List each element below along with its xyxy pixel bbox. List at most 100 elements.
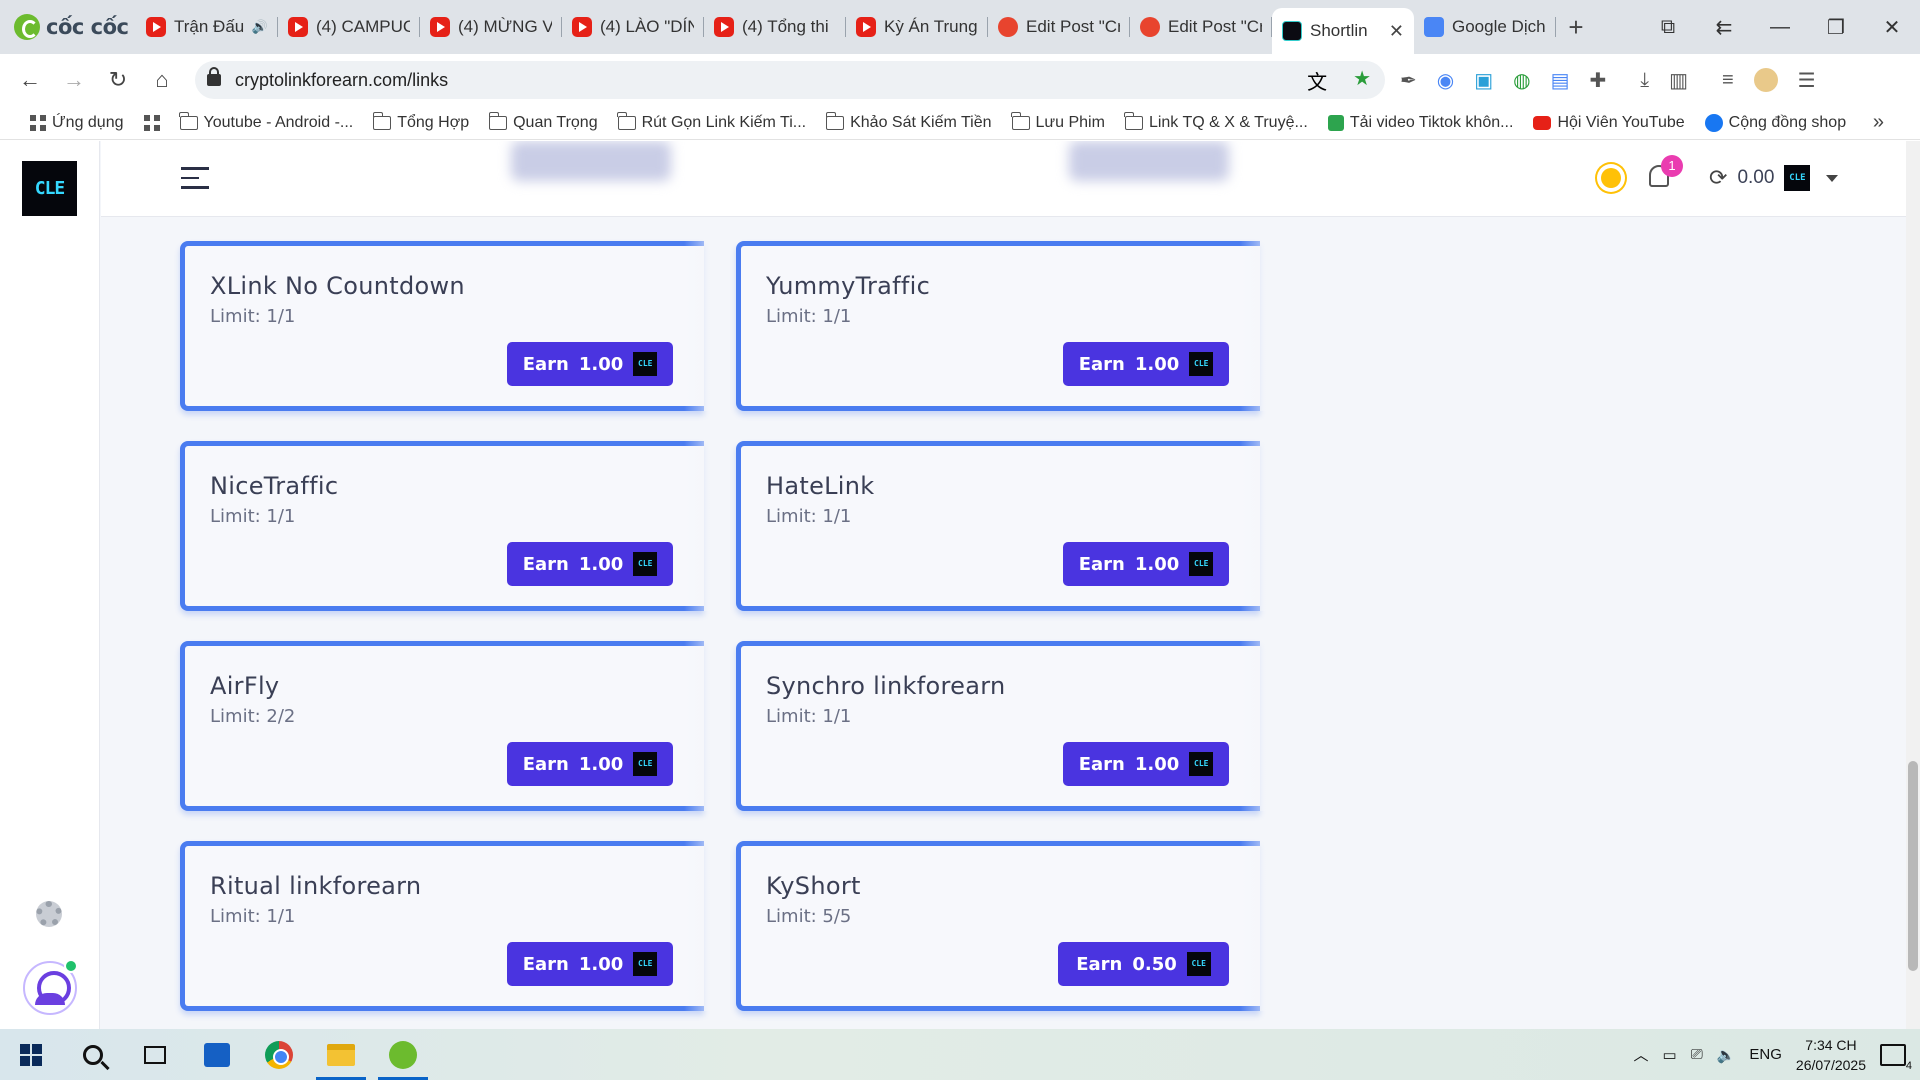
- browser-tab[interactable]: (4) MỪNG V: [420, 7, 562, 47]
- earn-button[interactable]: Earn 1.00 CLE: [507, 942, 673, 986]
- chevron-down-icon[interactable]: [1826, 174, 1839, 182]
- download-icon[interactable]: ⤓: [1640, 69, 1649, 92]
- clock[interactable]: 7:34 CH 26/07/2025: [1796, 1035, 1866, 1075]
- earn-button[interactable]: Earn 1.00 CLE: [1063, 742, 1229, 786]
- bookmark-item[interactable]: Youtube - Android -...: [170, 111, 364, 132]
- extensions-puzzle-icon[interactable]: ✚: [1589, 68, 1606, 93]
- extension-search-icon[interactable]: ◉: [1437, 68, 1454, 93]
- bookmark-label: Khảo Sát Kiếm Tiền: [850, 113, 992, 131]
- tab-label: Edit Post "Cr: [1026, 17, 1120, 36]
- earn-button[interactable]: Earn 1.00 CLE: [507, 542, 673, 586]
- taskbar-search-button[interactable]: [62, 1029, 124, 1080]
- card-title: NiceTraffic: [210, 472, 339, 500]
- browser-tab[interactable]: (4) LÀO "DÍN: [562, 7, 704, 47]
- earn-button[interactable]: Earn 1.00 CLE: [1063, 542, 1229, 586]
- browser-tab[interactable]: Kỳ Án Trung: [846, 7, 988, 47]
- browser-brand[interactable]: cốc cốc: [0, 14, 136, 40]
- page-scrollbar[interactable]: [1906, 141, 1920, 1029]
- network-icon[interactable]: ⎚: [1691, 1046, 1703, 1063]
- reload-icon[interactable]: ↻: [96, 67, 140, 93]
- browser-tab[interactable]: Edit Post "Cr: [1130, 7, 1272, 47]
- back-forward-cache-icon[interactable]: ⇇: [1696, 15, 1752, 40]
- site-logo[interactable]: CLE: [22, 161, 77, 216]
- new-tab-button[interactable]: +: [1556, 12, 1596, 43]
- bookmark-item[interactable]: Tổng Hợp: [363, 111, 479, 132]
- bookmark-item[interactable]: Link TQ & X & Truyệ...: [1115, 111, 1318, 132]
- start-button[interactable]: [0, 1029, 62, 1080]
- hamburger-menu-icon[interactable]: [181, 167, 209, 189]
- tray-overflow-chevron-icon[interactable]: ︿: [1634, 1044, 1649, 1065]
- bookmark-item[interactable]: [134, 114, 170, 131]
- restore-button[interactable]: ❐: [1808, 15, 1864, 40]
- extension-tv-icon[interactable]: ▣: [1474, 68, 1493, 93]
- profile-avatar[interactable]: [1753, 68, 1778, 92]
- extension-feather-icon[interactable]: ✒: [1400, 68, 1417, 93]
- url-input[interactable]: cryptolinkforearn.com/links 文 ★: [195, 61, 1385, 99]
- menu-icon[interactable]: ☰: [1798, 68, 1816, 93]
- chrome-icon: [265, 1040, 293, 1069]
- media-control-icon[interactable]: ≡: [1722, 69, 1734, 92]
- bookmark-item[interactable]: Cộng đồng shop: [1695, 113, 1856, 132]
- earn-button[interactable]: Earn 1.00 CLE: [1063, 342, 1229, 386]
- youtube-icon: [430, 17, 450, 37]
- browser-tab[interactable]: (4) CAMPUC: [278, 7, 420, 47]
- shortlink-card: Ritual linkforearn Limit: 1/1 Earn 1.00 CLE: [180, 841, 724, 1011]
- url-text[interactable]: cryptolinkforearn.com/links: [235, 70, 448, 91]
- bookmark-item[interactable]: Hội Viên YouTube: [1523, 114, 1694, 132]
- browser-tab[interactable]: Shortlin ✕: [1272, 8, 1414, 54]
- earn-button[interactable]: Earn 0.50 CLE: [1058, 942, 1229, 986]
- bookmarks-overflow-icon[interactable]: »: [1873, 111, 1884, 134]
- card-limit: Limit: 1/1: [766, 306, 852, 327]
- folder-icon: [372, 111, 392, 130]
- browser-tab[interactable]: Edit Post "Cr: [988, 7, 1130, 47]
- refresh-icon[interactable]: ⟳: [1709, 165, 1727, 191]
- taskbar-store[interactable]: [186, 1029, 248, 1080]
- battery-icon[interactable]: ▭: [1663, 1046, 1677, 1064]
- side-panel-icon[interactable]: ▥: [1669, 68, 1688, 93]
- balance-display[interactable]: ⟳ 0.00 CLE: [1709, 165, 1839, 191]
- earn-button[interactable]: Earn 1.00 CLE: [507, 342, 673, 386]
- taskbar-file-explorer[interactable]: [310, 1029, 372, 1080]
- bookmark-item[interactable]: Khảo Sát Kiếm Tiền: [816, 111, 1001, 132]
- bookmark-item[interactable]: Ứng dụng: [20, 114, 134, 132]
- theme-toggle-sun-icon[interactable]: [1601, 168, 1621, 188]
- language-indicator[interactable]: ENG: [1749, 1046, 1782, 1063]
- close-window-button[interactable]: ✕: [1864, 15, 1920, 40]
- task-view-button[interactable]: [124, 1029, 186, 1080]
- bookmark-item[interactable]: Quan Trọng: [479, 111, 608, 132]
- tab-audio-icon[interactable]: 🔊: [252, 19, 268, 35]
- translate-icon[interactable]: 文: [1307, 66, 1327, 95]
- minimize-button[interactable]: —: [1752, 16, 1808, 39]
- browser-tab[interactable]: Trận Đấu 🔊: [136, 7, 278, 47]
- youtube-icon: [714, 17, 734, 37]
- volume-icon[interactable]: 🔈: [1717, 1046, 1736, 1064]
- forward-arrow-icon[interactable]: →: [52, 67, 96, 93]
- bookmark-item[interactable]: Lưu Phim: [1002, 111, 1115, 132]
- extension-translate-icon[interactable]: ▤: [1551, 68, 1570, 93]
- card-title: XLink No Countdown: [210, 272, 465, 300]
- back-arrow-icon[interactable]: ←: [8, 67, 52, 93]
- notification-center-icon[interactable]: 4: [1880, 1043, 1912, 1072]
- card-title: KyShort: [766, 872, 861, 900]
- settings-gear-icon[interactable]: [36, 901, 62, 927]
- browser-tab[interactable]: Google Dịch: [1414, 7, 1556, 47]
- lock-icon[interactable]: [207, 67, 221, 86]
- bookmark-label: Hội Viên YouTube: [1557, 113, 1685, 131]
- bookmark-label: Tổng Hợp: [397, 113, 470, 131]
- tab-label: Trận Đấu: [174, 17, 244, 36]
- taskbar-coccoc[interactable]: [372, 1029, 434, 1080]
- extension-globe-icon[interactable]: ◍: [1513, 68, 1530, 93]
- home-icon[interactable]: ⌂: [140, 67, 184, 93]
- earn-button[interactable]: Earn 1.00 CLE: [507, 742, 673, 786]
- browser-tab-bar: cốc cốc Trận Đấu 🔊 (4) CAMPUC (4) MỪNG V (4)…: [0, 0, 1920, 54]
- browser-tab[interactable]: (4) Tổng thi: [704, 7, 846, 47]
- bookmark-item[interactable]: Rút Gọn Link Kiếm Ti...: [608, 111, 817, 132]
- bookmark-star-icon[interactable]: ★: [1353, 66, 1371, 95]
- close-tab-icon[interactable]: ✕: [1389, 21, 1404, 42]
- earn-label: Earn: [1078, 753, 1125, 775]
- scrollbar-thumb[interactable]: [1908, 761, 1918, 971]
- taskbar-chrome[interactable]: [248, 1029, 310, 1080]
- tab-search-icon[interactable]: ⧉: [1640, 16, 1696, 39]
- download-icon: [1327, 114, 1344, 131]
- bookmark-item[interactable]: Tải video Tiktok khôn...: [1318, 114, 1524, 132]
